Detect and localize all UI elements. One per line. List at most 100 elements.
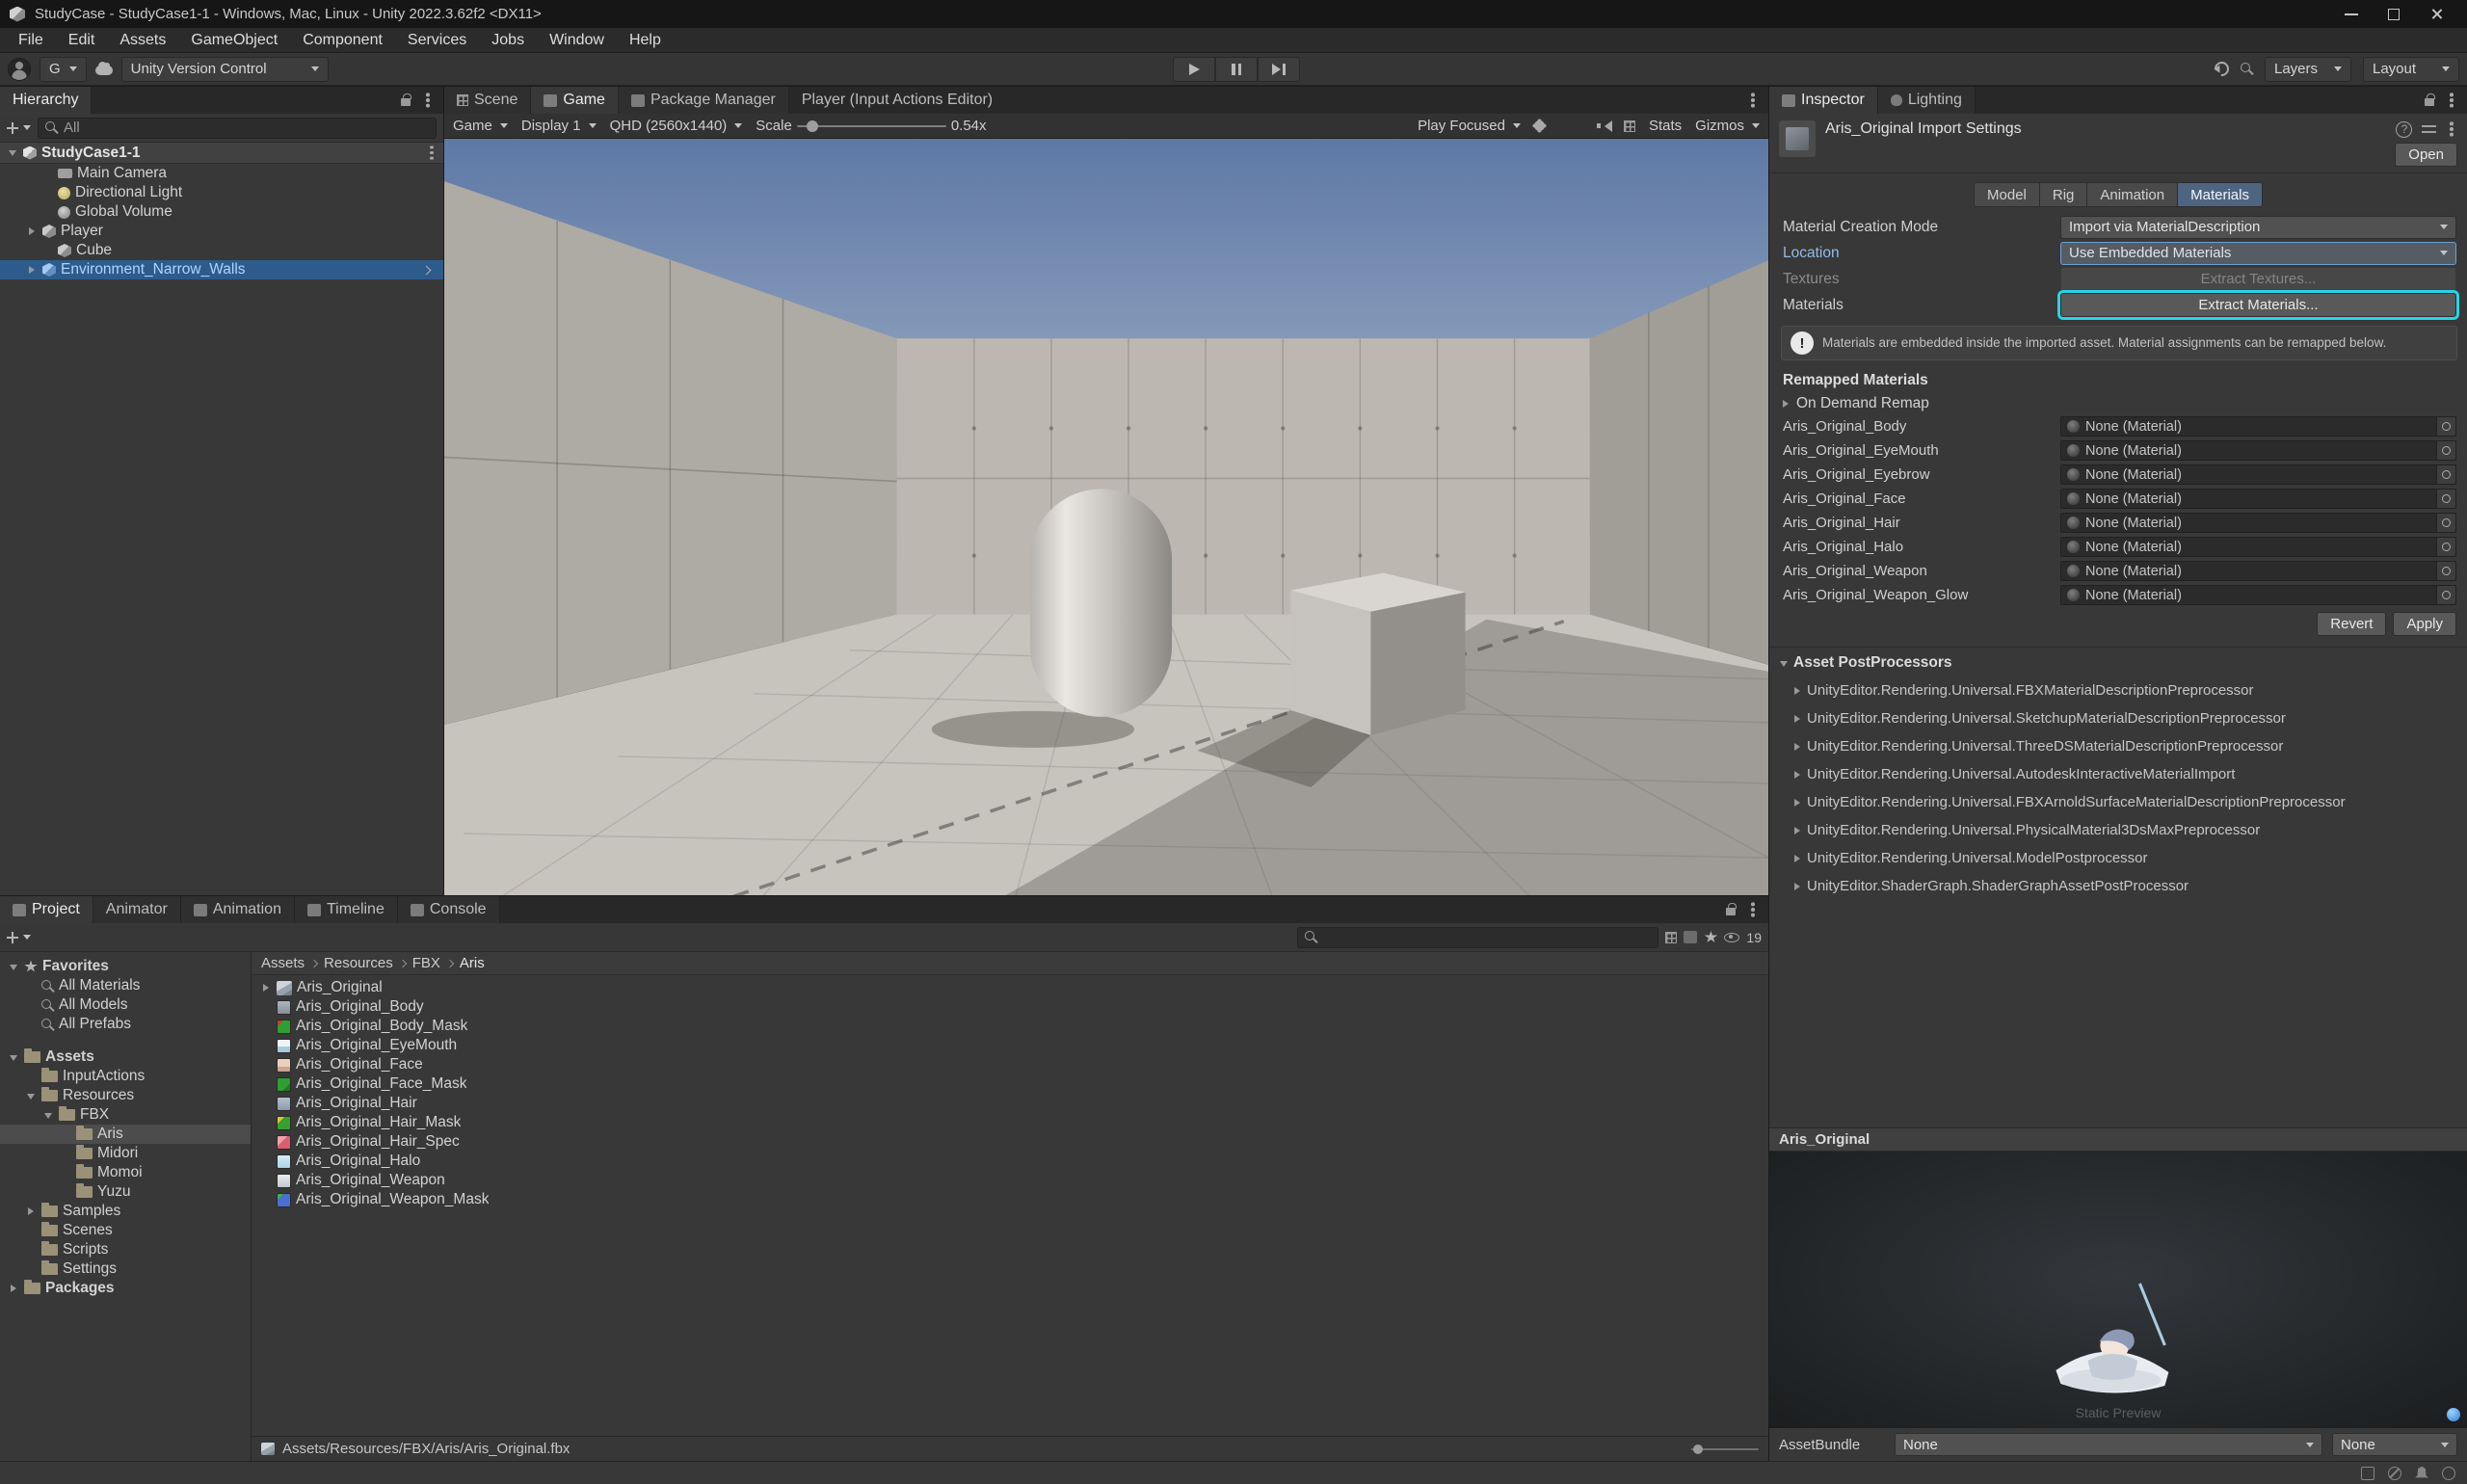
favorite-all-models[interactable]: All Models bbox=[0, 995, 251, 1015]
apply-button[interactable]: Apply bbox=[2393, 612, 2456, 636]
import-tab-animation[interactable]: Animation bbox=[2087, 182, 2178, 207]
close-button[interactable] bbox=[2415, 0, 2457, 28]
import-tab-model[interactable]: Model bbox=[1974, 182, 2040, 207]
kebab-menu-icon[interactable] bbox=[1751, 908, 1755, 912]
preset-icon[interactable] bbox=[2422, 123, 2436, 136]
foldout-open-icon[interactable] bbox=[6, 146, 18, 159]
account-dropdown[interactable]: G bbox=[40, 57, 87, 82]
step-button[interactable] bbox=[1258, 57, 1300, 82]
open-prefab-chevron-icon[interactable] bbox=[422, 265, 432, 275]
material-object-field[interactable]: None (Material) bbox=[2060, 561, 2456, 581]
layout-dropdown[interactable]: Layout bbox=[2363, 57, 2459, 82]
post-effects-toggle-icon[interactable] bbox=[1534, 120, 1545, 131]
breadcrumb-segment[interactable]: Resources bbox=[324, 955, 393, 971]
foldout-open-icon[interactable] bbox=[7, 961, 19, 973]
zoom-slider-knob[interactable] bbox=[1693, 1444, 1703, 1454]
tree-item-midori[interactable]: Midori bbox=[0, 1144, 251, 1163]
tree-item-assets[interactable]: Assets bbox=[0, 1047, 251, 1067]
material-object-field[interactable]: None (Material) bbox=[2060, 537, 2456, 557]
hierarchy-item-environment-narrow-walls[interactable]: Environment_Narrow_Walls bbox=[0, 260, 443, 279]
hierarchy-item-global-volume[interactable]: Global Volume bbox=[0, 202, 443, 222]
tab-timeline[interactable]: Timeline bbox=[295, 896, 398, 923]
foldout-closed-icon[interactable] bbox=[259, 982, 272, 994]
file-row[interactable]: Aris_Original_Weapon_Mask bbox=[259, 1190, 1768, 1209]
pause-button[interactable] bbox=[1215, 57, 1258, 82]
file-row[interactable]: Aris_Original_Face bbox=[259, 1055, 1768, 1074]
tree-item-scripts[interactable]: Scripts bbox=[0, 1240, 251, 1259]
favorite-all-materials[interactable]: All Materials bbox=[0, 976, 251, 995]
add-gameobject-button[interactable] bbox=[7, 122, 18, 134]
foldout-closed-icon[interactable] bbox=[24, 1206, 37, 1218]
file-row[interactable]: Aris_Original_Body_Mask bbox=[259, 1017, 1768, 1036]
hierarchy-item-directional-light[interactable]: Directional Light bbox=[0, 183, 443, 202]
tab-game[interactable]: Game bbox=[531, 87, 619, 114]
play-button[interactable] bbox=[1173, 57, 1215, 82]
file-aris-original[interactable]: Aris_Original bbox=[259, 978, 1768, 997]
tab-hierarchy[interactable]: Hierarchy bbox=[0, 87, 92, 114]
cloud-icon[interactable] bbox=[95, 66, 113, 75]
resolution-dropdown[interactable]: QHD (2560x1440) bbox=[610, 118, 743, 134]
file-row[interactable]: Aris_Original_Hair_Spec bbox=[259, 1132, 1768, 1152]
breadcrumb-segment[interactable]: FBX bbox=[412, 955, 440, 971]
chevron-down-icon[interactable] bbox=[23, 125, 31, 130]
favorite-all-prefabs[interactable]: All Prefabs bbox=[0, 1015, 251, 1034]
thumbnail-zoom-slider[interactable] bbox=[1691, 1448, 1759, 1450]
foldout-closed-icon[interactable] bbox=[25, 225, 38, 238]
material-object-field[interactable]: None (Material) bbox=[2060, 513, 2456, 533]
search-by-type-icon[interactable] bbox=[1665, 932, 1677, 943]
tree-item-yuzu[interactable]: Yuzu bbox=[0, 1182, 251, 1202]
kebab-menu-icon[interactable] bbox=[1751, 98, 1755, 102]
menu-help[interactable]: Help bbox=[617, 28, 674, 52]
hierarchy-item-player[interactable]: Player bbox=[0, 222, 443, 241]
menu-window[interactable]: Window bbox=[537, 28, 617, 52]
postprocessor-row[interactable]: UnityEditor.Rendering.Universal.FBXArnol… bbox=[1769, 788, 2467, 816]
kebab-menu-icon[interactable] bbox=[2450, 98, 2454, 102]
object-picker-icon[interactable] bbox=[2436, 417, 2455, 436]
version-control-dropdown[interactable]: Unity Version Control bbox=[121, 57, 329, 82]
object-picker-icon[interactable] bbox=[2436, 562, 2455, 580]
tab-scene[interactable]: Scene bbox=[444, 87, 531, 114]
tree-item-aris[interactable]: Aris bbox=[0, 1125, 251, 1144]
file-row[interactable]: Aris_Original_Weapon bbox=[259, 1171, 1768, 1190]
foldout-closed-icon[interactable] bbox=[7, 1283, 19, 1295]
tree-item-packages[interactable]: Packages bbox=[0, 1279, 251, 1298]
tree-item-momoi[interactable]: Momoi bbox=[0, 1163, 251, 1182]
maximize-button[interactable] bbox=[2373, 0, 2415, 28]
tree-item-fbx[interactable]: FBX bbox=[0, 1105, 251, 1125]
layers-dropdown[interactable]: Layers bbox=[2265, 57, 2351, 82]
notification-bell-icon[interactable] bbox=[2415, 1467, 2428, 1480]
create-asset-button[interactable] bbox=[7, 932, 18, 943]
postprocessor-row[interactable]: UnityEditor.Rendering.Universal.Sketchup… bbox=[1769, 704, 2467, 732]
assetbundle-variant-dropdown[interactable]: None bbox=[2332, 1433, 2457, 1456]
hierarchy-search-input[interactable]: All bbox=[38, 118, 437, 139]
assetbundle-dropdown[interactable]: None bbox=[1895, 1433, 2322, 1456]
tree-item-samples[interactable]: Samples bbox=[0, 1202, 251, 1221]
tree-item-inputactions[interactable]: InputActions bbox=[0, 1067, 251, 1086]
preview-sphere-icon[interactable] bbox=[2447, 1408, 2460, 1421]
tab-lighting[interactable]: Lighting bbox=[1878, 87, 1976, 114]
scene-row[interactable]: StudyCase1-1 bbox=[0, 143, 443, 164]
tab-project[interactable]: Project bbox=[0, 896, 93, 923]
menu-jobs[interactable]: Jobs bbox=[479, 28, 537, 52]
object-picker-icon[interactable] bbox=[2436, 490, 2455, 508]
material-object-field[interactable]: None (Material) bbox=[2060, 416, 2456, 437]
game-viewport[interactable] bbox=[444, 139, 1768, 895]
postprocessor-row[interactable]: UnityEditor.Rendering.Universal.Physical… bbox=[1769, 816, 2467, 844]
object-picker-icon[interactable] bbox=[2436, 586, 2455, 604]
file-row[interactable]: Aris_Original_EyeMouth bbox=[259, 1036, 1768, 1055]
file-row[interactable]: Aris_Original_Body bbox=[259, 997, 1768, 1017]
open-button[interactable]: Open bbox=[2395, 143, 2457, 167]
postprocessors-foldout[interactable]: Asset PostProcessors bbox=[1769, 648, 2467, 676]
object-picker-icon[interactable] bbox=[2436, 514, 2455, 532]
foldout-open-icon[interactable] bbox=[41, 1109, 54, 1122]
material-object-field[interactable]: None (Material) bbox=[2060, 585, 2456, 605]
minimize-button[interactable] bbox=[2330, 0, 2373, 28]
import-tab-rig[interactable]: Rig bbox=[2040, 182, 2088, 207]
material-object-field[interactable]: None (Material) bbox=[2060, 489, 2456, 509]
material-creation-mode-dropdown[interactable]: Import via MaterialDescription bbox=[2060, 216, 2456, 239]
kebab-menu-icon[interactable] bbox=[2450, 127, 2454, 131]
tree-item-resources[interactable]: Resources bbox=[0, 1086, 251, 1105]
tab-input-actions[interactable]: Player (Input Actions Editor) bbox=[789, 87, 1005, 114]
location-dropdown[interactable]: Use Embedded Materials bbox=[2060, 242, 2456, 265]
tree-item-scenes[interactable]: Scenes bbox=[0, 1221, 251, 1240]
